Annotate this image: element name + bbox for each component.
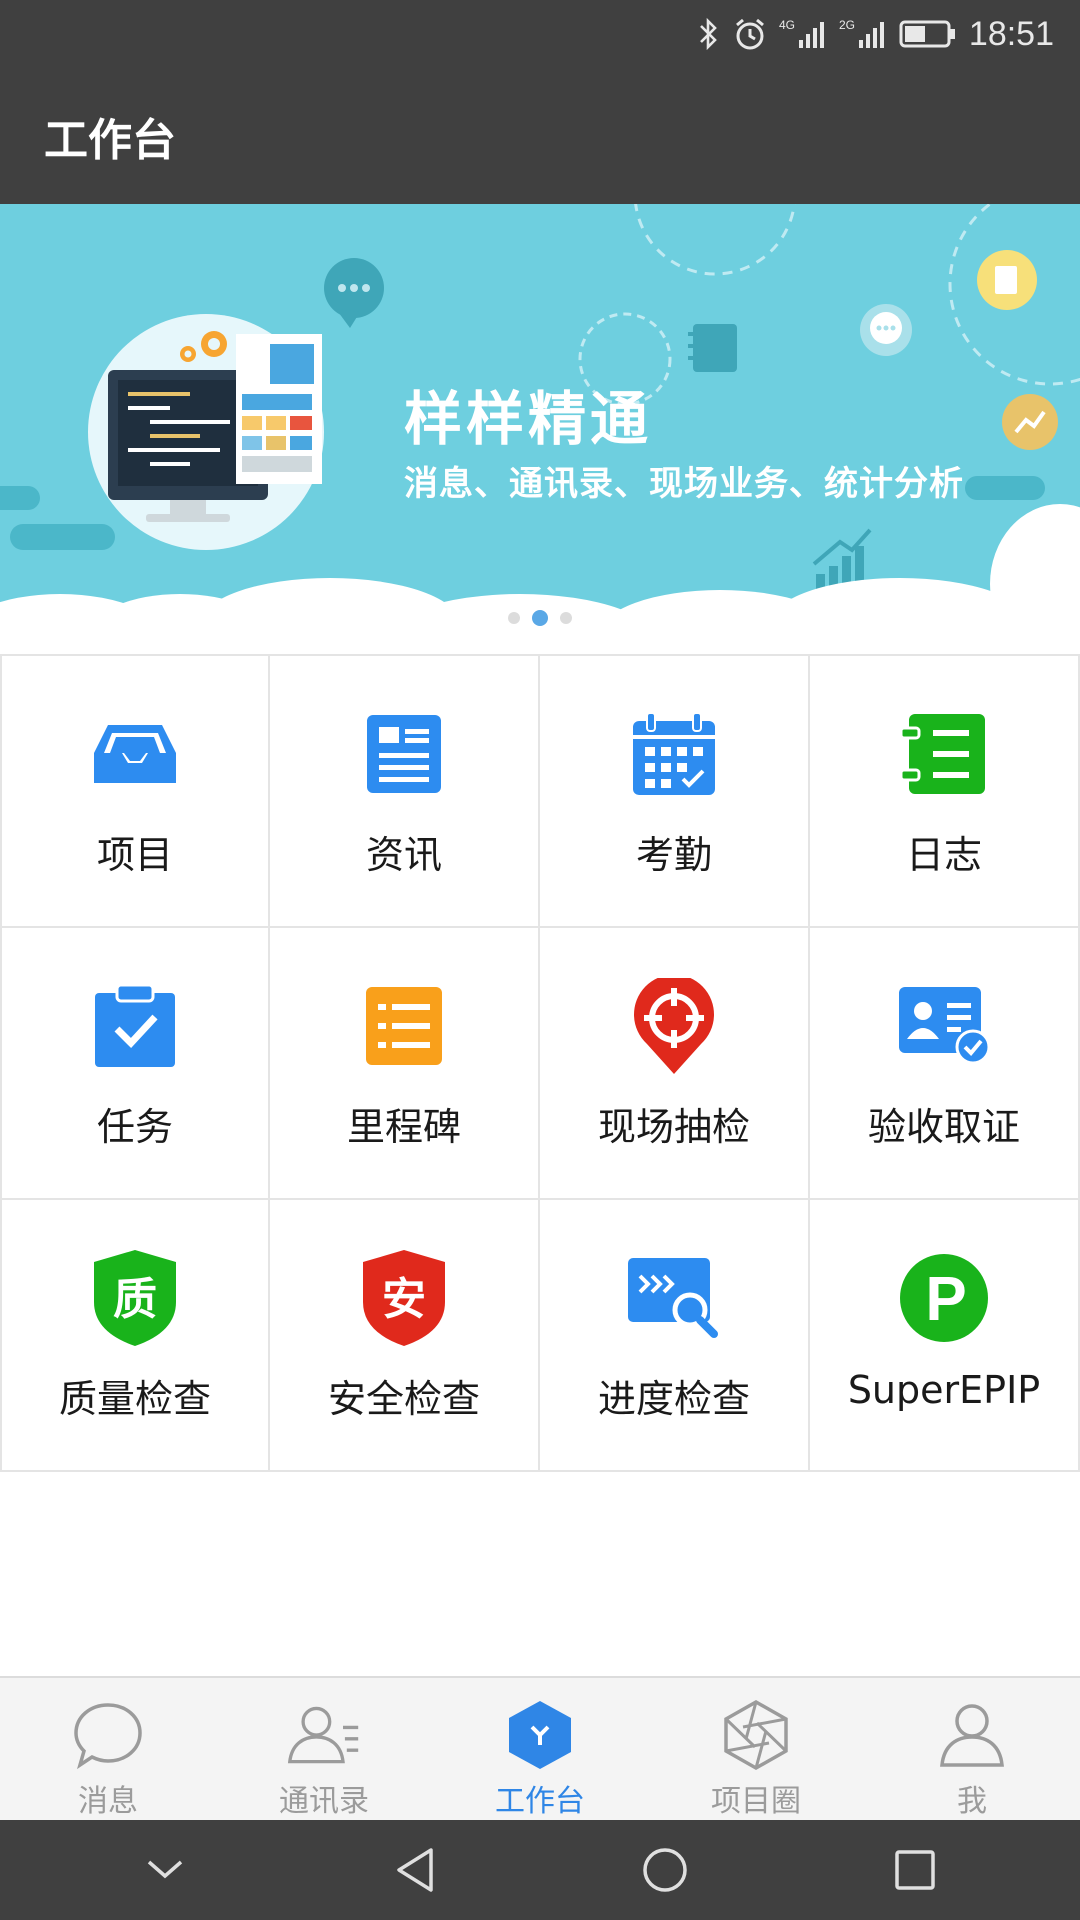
quality-shield-icon: 质 [87, 1250, 183, 1346]
grid-item-quality-check[interactable]: 质 质量检查 [0, 1200, 270, 1472]
clipboard-check-icon [87, 978, 183, 1074]
promo-banner[interactable]: 样样精通 消息、通讯录、现场业务、统计分析 [0, 204, 1080, 654]
tab-messages[interactable]: 消息 [0, 1678, 216, 1820]
id-card-check-icon [896, 978, 992, 1074]
grid-item-attendance[interactable]: 考勤 [540, 656, 810, 928]
safety-glyph: 安 [382, 1274, 426, 1325]
pager-dot[interactable] [508, 612, 520, 624]
network-1-label: 4G [779, 18, 795, 32]
grid-item-superepip[interactable]: P SuperEPIP [810, 1200, 1080, 1472]
grid-item-label: 安全检查 [327, 1377, 480, 1421]
signal-2-icon: 2G [839, 16, 887, 52]
grid-item-label: 验收取证 [867, 1105, 1020, 1149]
tab-me[interactable]: 我 [864, 1678, 1080, 1820]
page-title: 工作台 [44, 115, 176, 166]
grid-item-label: 进度检查 [597, 1377, 750, 1421]
app-bar: 工作台 [0, 68, 1080, 204]
list-icon [356, 978, 452, 1074]
tab-label: 我 [957, 1784, 987, 1819]
news-icon [356, 706, 452, 802]
grid-item-label: 项目 [96, 833, 173, 877]
banner-headline: 样样精通 [404, 385, 653, 453]
aperture-icon [718, 1698, 794, 1772]
workbench-hex-icon [502, 1698, 578, 1772]
grid-item-news[interactable]: 资讯 [270, 656, 540, 928]
grid-item-label: SuperEPIP [847, 1368, 1041, 1412]
grid-item-label: 任务 [96, 1105, 173, 1149]
banner-subline: 消息、通讯录、现场业务、统计分析 [404, 464, 964, 504]
target-pin-icon [626, 978, 722, 1074]
grid-item-label: 里程碑 [346, 1105, 461, 1149]
grid-item-label: 资讯 [365, 833, 442, 877]
back-icon[interactable] [375, 1830, 455, 1910]
alarm-icon [733, 16, 767, 52]
quality-glyph: 质 [113, 1274, 157, 1325]
chat-bubble-icon [70, 1698, 146, 1772]
grid-item-log[interactable]: 日志 [810, 656, 1080, 928]
pager-dot-active[interactable] [532, 610, 548, 626]
feature-grid: 项目 资讯 考勤 日志 任务 里程碑 现场抽检 验收取证 质 质量检查 安 安全… [0, 654, 1080, 1472]
grid-item-label: 现场抽检 [597, 1105, 750, 1149]
inbox-tray-icon [87, 706, 183, 802]
home-icon[interactable] [625, 1830, 705, 1910]
tab-label: 通讯录 [279, 1784, 369, 1819]
calendar-check-icon [626, 706, 722, 802]
superepip-glyph: P [925, 1265, 966, 1334]
safety-shield-icon: 安 [356, 1250, 452, 1346]
contacts-icon [286, 1698, 362, 1772]
p-logo-icon: P [896, 1250, 992, 1346]
banner-pager [0, 610, 1080, 626]
progress-search-icon [626, 1250, 722, 1346]
collapse-icon[interactable] [125, 1830, 205, 1910]
person-icon [934, 1698, 1010, 1772]
tab-project-circle[interactable]: 项目圈 [648, 1678, 864, 1820]
network-2-label: 2G [839, 18, 855, 32]
bluetooth-icon [697, 16, 721, 52]
grid-item-task[interactable]: 任务 [0, 928, 270, 1200]
system-nav-bar [0, 1820, 1080, 1920]
grid-item-acceptance[interactable]: 验收取证 [810, 928, 1080, 1200]
status-time: 18:51 [968, 14, 1054, 53]
grid-item-label: 考勤 [635, 833, 712, 877]
pager-dot[interactable] [560, 612, 572, 624]
chat-bubble-decor-icon [324, 258, 384, 328]
signal-icon: 4G [779, 16, 827, 52]
grid-item-label: 质量检查 [58, 1377, 211, 1421]
grid-item-safety-check[interactable]: 安 安全检查 [270, 1200, 540, 1472]
grid-item-milestone[interactable]: 里程碑 [270, 928, 540, 1200]
tab-label: 项目圈 [711, 1784, 801, 1819]
tab-contacts[interactable]: 通讯录 [216, 1678, 432, 1820]
tab-workbench[interactable]: 工作台 [432, 1678, 648, 1820]
log-book-icon [896, 706, 992, 802]
grid-item-spot-check[interactable]: 现场抽检 [540, 928, 810, 1200]
grid-item-progress-check[interactable]: 进度检查 [540, 1200, 810, 1472]
grid-item-project[interactable]: 项目 [0, 656, 270, 928]
recents-icon[interactable] [875, 1830, 955, 1910]
bottom-tab-bar: 消息 通讯录 工作台 项目圈 我 [0, 1676, 1080, 1820]
tab-label: 消息 [78, 1784, 138, 1819]
battery-icon [899, 19, 957, 49]
status-bar: 4G 2G 18:51 [0, 0, 1080, 68]
tab-label: 工作台 [495, 1784, 585, 1819]
grid-item-label: 日志 [905, 833, 982, 877]
